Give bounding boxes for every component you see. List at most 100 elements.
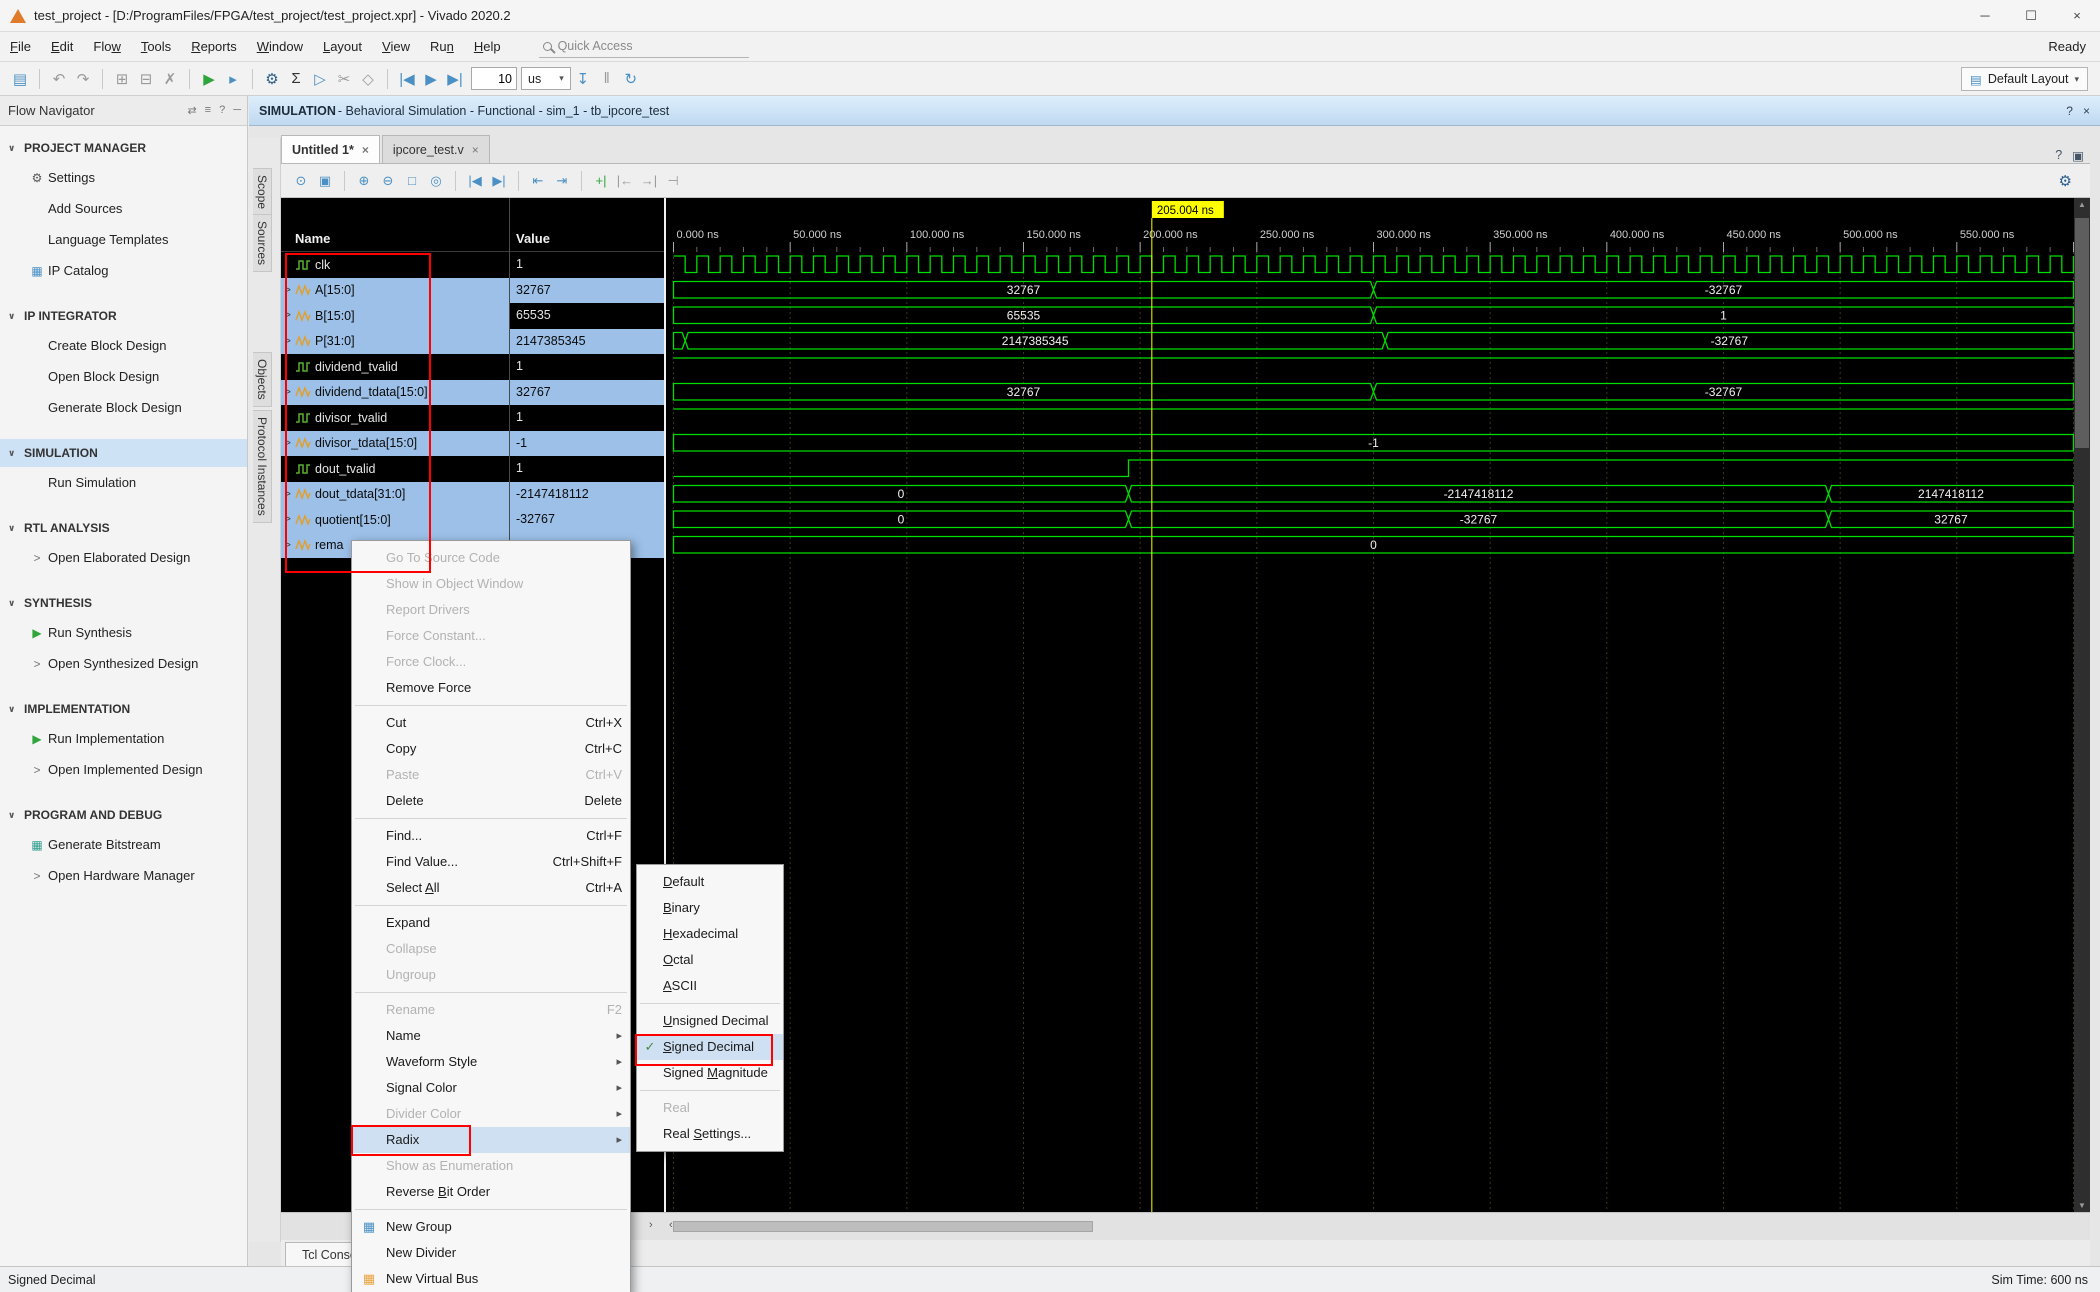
radix-option-unsigned-decimal[interactable]: Unsigned Decimal xyxy=(637,1008,783,1034)
scroll-up-icon[interactable]: ▲ xyxy=(2074,200,2090,209)
zoom-to-cursor-icon[interactable]: ◎ xyxy=(424,169,448,193)
flow-item-generate-bitstream[interactable]: ▦Generate Bitstream xyxy=(0,829,247,860)
tab-untitled-1[interactable]: Untitled 1*× xyxy=(281,135,380,163)
context-menu-item-name[interactable]: Name▸ xyxy=(352,1023,630,1049)
expand-arrow-icon[interactable]: > xyxy=(281,514,295,525)
expand-arrow-icon[interactable]: > xyxy=(281,336,295,347)
menubar-item-reports[interactable]: Reports xyxy=(181,32,247,62)
side-tab-scope[interactable]: Scope xyxy=(253,168,272,216)
context-menu-item-delete[interactable]: DeleteDelete xyxy=(352,788,630,814)
flow-section-header-project-manager[interactable]: ∨PROJECT MANAGER xyxy=(0,134,247,162)
copy-icon[interactable]: ⊞ xyxy=(110,67,134,91)
flow-item-create-block-design[interactable]: Create Block Design xyxy=(0,330,247,361)
menubar-item-window[interactable]: Window xyxy=(247,32,313,62)
find-icon[interactable]: ⊙ xyxy=(289,169,313,193)
previous-transition-icon[interactable]: ⇤ xyxy=(526,169,550,193)
context-menu-item-expand[interactable]: Expand xyxy=(352,910,630,936)
context-menu-item-waveform-style[interactable]: Waveform Style▸ xyxy=(352,1049,630,1075)
zoom-fit-icon[interactable]: □ xyxy=(400,169,424,193)
close-icon[interactable]: × xyxy=(472,143,479,157)
save-waveform-icon[interactable]: ▣ xyxy=(313,169,337,193)
settings-gear-icon[interactable]: ⚙ xyxy=(260,67,284,91)
tab-ipcore-test-v[interactable]: ipcore_test.v× xyxy=(382,135,490,163)
flow-section-header-simulation[interactable]: ∨SIMULATION xyxy=(0,439,247,467)
paste-icon[interactable]: ⊟ xyxy=(134,67,158,91)
flow-item-ip-catalog[interactable]: ▦IP Catalog xyxy=(0,255,247,286)
radix-option-binary[interactable]: Binary xyxy=(637,895,783,921)
flow-section-header-synthesis[interactable]: ∨SYNTHESIS xyxy=(0,589,247,617)
flow-item-add-sources[interactable]: Add Sources xyxy=(0,193,247,224)
flow-item-open-elaborated-design[interactable]: >Open Elaborated Design xyxy=(0,542,247,573)
value-column-header[interactable]: Value xyxy=(516,231,550,246)
collapse-left-icon[interactable]: › xyxy=(649,1219,653,1231)
expand-arrow-icon[interactable]: > xyxy=(281,285,295,296)
signal-name-row[interactable]: >quotient[15:0] xyxy=(281,507,509,533)
context-menu-item-new-virtual-bus[interactable]: ▦New Virtual Bus xyxy=(352,1266,630,1292)
file-operations-icon[interactable]: ▤ xyxy=(8,67,32,91)
run-for-time-icon[interactable]: ▶| xyxy=(443,67,467,91)
context-menu-item-signal-color[interactable]: Signal Color▸ xyxy=(352,1075,630,1101)
swap-cursors-icon[interactable]: ⊣ xyxy=(661,169,685,193)
help-icon[interactable]: ? xyxy=(219,104,225,117)
context-menu-item-select-all[interactable]: Select AllCtrl+A xyxy=(352,875,630,901)
signal-value-cell[interactable]: 32767 xyxy=(510,278,666,304)
menubar-item-edit[interactable]: Edit xyxy=(41,32,83,62)
wave-settings-gear-icon[interactable]: ⚙ xyxy=(2059,172,2072,190)
minimize-icon[interactable]: ─ xyxy=(1962,0,2008,32)
context-menu-item-new-divider[interactable]: New Divider xyxy=(352,1240,630,1266)
signal-value-cell[interactable]: 2147385345 xyxy=(510,329,666,355)
side-tab-sources[interactable]: Sources xyxy=(253,214,272,272)
menubar-item-layout[interactable]: Layout xyxy=(313,32,372,62)
flow-section-header-ip-integrator[interactable]: ∨IP INTEGRATOR xyxy=(0,302,247,330)
radix-option-ascii[interactable]: ASCII xyxy=(637,973,783,999)
collapse-icon[interactable]: ─ xyxy=(233,104,241,117)
break-sim-icon[interactable]: ‖ xyxy=(595,67,619,91)
scissors-icon[interactable]: ✂ xyxy=(332,67,356,91)
signal-value-cell[interactable]: 1 xyxy=(510,456,666,482)
flow-item-run-simulation[interactable]: Run Simulation xyxy=(0,467,247,498)
flow-section-header-implementation[interactable]: ∨IMPLEMENTATION xyxy=(0,695,247,723)
flow-item-language-templates[interactable]: Language Templates xyxy=(0,224,247,255)
context-menu-item-new-group[interactable]: ▦New Group xyxy=(352,1214,630,1240)
signal-value-cell[interactable]: 1 xyxy=(510,354,666,380)
menubar-item-flow[interactable]: Flow xyxy=(83,32,130,62)
signal-name-row[interactable]: >dout_tdata[31:0] xyxy=(281,482,509,508)
signal-value-cell[interactable]: 1 xyxy=(510,405,666,431)
flow-item-run-synthesis[interactable]: ▶Run Synthesis xyxy=(0,617,247,648)
flow-item-settings[interactable]: ⚙Settings xyxy=(0,162,247,193)
run-button-icon[interactable]: ▶ xyxy=(197,67,221,91)
dock-icon[interactable]: ⇄ xyxy=(187,104,196,117)
menubar-item-help[interactable]: Help xyxy=(464,32,511,62)
vertical-scrollbar[interactable]: ▲ ▼ xyxy=(2074,198,2090,1212)
scroll-down-icon[interactable]: ▼ xyxy=(2074,1201,2090,1210)
relaunch-sim-icon[interactable]: ↻ xyxy=(619,67,643,91)
restart-sim-icon[interactable]: |◀ xyxy=(395,67,419,91)
side-tab-objects[interactable]: Objects xyxy=(253,352,272,407)
flow-item-run-implementation[interactable]: ▶Run Implementation xyxy=(0,723,247,754)
expand-arrow-icon[interactable]: > xyxy=(281,540,295,551)
signal-value-cell[interactable]: 1 xyxy=(510,252,666,278)
signal-name-row[interactable]: dividend_tvalid xyxy=(281,354,509,380)
context-menu-item-reverse-bit-order[interactable]: Reverse Bit Order xyxy=(352,1179,630,1205)
signal-value-cell[interactable]: -1 xyxy=(510,431,666,457)
undo-icon[interactable]: ↶ xyxy=(47,67,71,91)
context-menu-item-copy[interactable]: CopyCtrl+C xyxy=(352,736,630,762)
signal-name-row[interactable]: divisor_tvalid xyxy=(281,405,509,431)
menubar-item-file[interactable]: File xyxy=(0,32,41,62)
maximize-icon[interactable]: ☐ xyxy=(2008,0,2054,32)
run-time-input[interactable] xyxy=(471,67,517,90)
run-all-icon[interactable]: ▶ xyxy=(419,67,443,91)
expand-arrow-icon[interactable]: > xyxy=(281,489,295,500)
radix-option-real-settings[interactable]: Real Settings... xyxy=(637,1121,783,1147)
menu-icon[interactable]: ≡ xyxy=(205,104,211,117)
menubar-item-view[interactable]: View xyxy=(372,32,420,62)
close-icon[interactable]: × xyxy=(2054,0,2100,32)
menubar-item-tools[interactable]: Tools xyxy=(131,32,181,62)
signal-name-row[interactable]: >B[15:0] xyxy=(281,303,509,329)
step-run-icon[interactable]: ▸ xyxy=(221,67,245,91)
float-window-icon[interactable]: ▣ xyxy=(2072,148,2084,163)
signal-name-row[interactable]: dout_tvalid xyxy=(281,456,509,482)
side-tab-protocol-instances[interactable]: Protocol Instances xyxy=(253,410,272,523)
flow-item-generate-block-design[interactable]: Generate Block Design xyxy=(0,392,247,423)
play-outline-icon[interactable]: ▷ xyxy=(308,67,332,91)
